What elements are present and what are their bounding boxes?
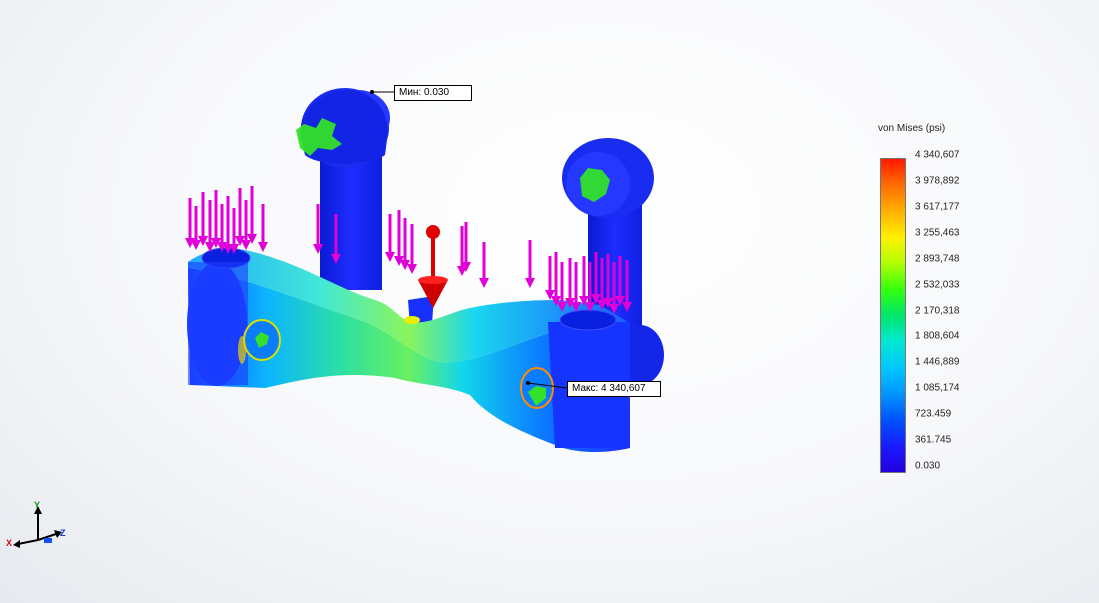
legend-tick-label: 3 617,177	[915, 201, 960, 213]
load-arrow-head	[525, 278, 535, 288]
legend-tick-label: 2 532,033	[915, 279, 960, 291]
legend-tick-label: 1 085,174	[915, 382, 960, 394]
legend-tick-label: 2 893,748	[915, 253, 960, 265]
max-marker	[526, 381, 530, 385]
min-callout[interactable]: Мин: 0.030	[394, 85, 472, 101]
orientation-triad[interactable]: Y X Z	[4, 500, 74, 552]
legend-color-bar	[880, 158, 906, 473]
legend-tick-label: 361.745	[915, 434, 952, 446]
load-arrow-head	[407, 264, 417, 274]
min-marker	[370, 90, 374, 94]
legend-tick-label: 0.030	[915, 460, 941, 472]
legend-tick-label: 4 340,607	[915, 149, 960, 161]
load-arrow-head	[479, 278, 489, 288]
legend-tick-label: 1 446,889	[915, 356, 960, 368]
bracket-beam	[187, 247, 630, 452]
load-arrow-head	[241, 240, 251, 250]
load-arrow-head	[385, 252, 395, 262]
legend-tick-label: 723.459	[915, 408, 952, 420]
graphics-viewport[interactable]: Мин: 0.030 Макс: 4 340,607 von Mises (ps…	[0, 0, 1099, 603]
triad-y-label: Y	[34, 500, 41, 510]
stress-legend[interactable]: von Mises (psi) 4 340,607 3 978,892 3 617,…	[870, 120, 980, 480]
gravity-arrow-icon	[418, 225, 448, 308]
load-arrow-head	[191, 240, 201, 250]
legend-tick-label: 2 170,318	[915, 305, 960, 316]
legend-tick-label: 1 808,604	[915, 330, 960, 342]
max-callout[interactable]: Макс: 4 340,607	[567, 381, 661, 397]
left-upright	[296, 88, 390, 290]
triad-z-label: Z	[60, 528, 66, 538]
legend-tick-label: 3 255,463	[915, 227, 960, 239]
legend-title: von Mises (psi)	[878, 123, 946, 134]
load-arrow-head	[258, 242, 268, 252]
triad-x-label: X	[6, 538, 13, 548]
legend-tick-label: 3 978,892	[915, 175, 960, 187]
